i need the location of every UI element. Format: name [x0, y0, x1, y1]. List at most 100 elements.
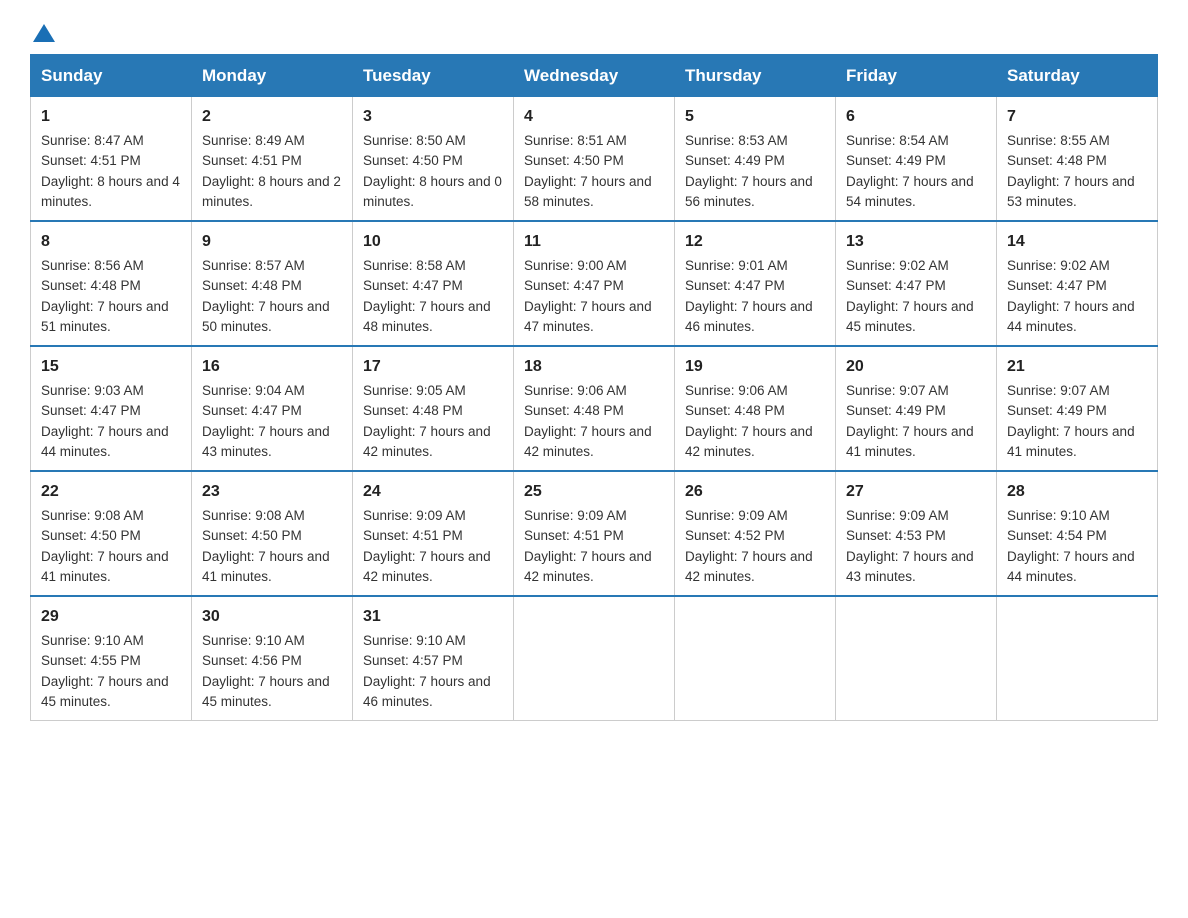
day-number: 12 [685, 230, 825, 254]
calendar-header-friday: Friday [836, 55, 997, 97]
sunset-text: Sunset: 4:47 PM [41, 401, 181, 421]
daylight-text: Daylight: 7 hours and 44 minutes. [1007, 297, 1147, 338]
calendar-day-cell: 9Sunrise: 8:57 AMSunset: 4:48 PMDaylight… [192, 221, 353, 346]
calendar-day-cell [836, 596, 997, 721]
day-number: 30 [202, 605, 342, 629]
sunset-text: Sunset: 4:47 PM [202, 401, 342, 421]
day-number: 20 [846, 355, 986, 379]
daylight-text: Daylight: 7 hours and 45 minutes. [846, 297, 986, 338]
logo-triangle-icon [33, 22, 55, 44]
calendar-day-cell: 10Sunrise: 8:58 AMSunset: 4:47 PMDayligh… [353, 221, 514, 346]
day-number: 22 [41, 480, 181, 504]
sunrise-text: Sunrise: 8:54 AM [846, 131, 986, 151]
sunrise-text: Sunrise: 9:07 AM [1007, 381, 1147, 401]
calendar-day-cell: 1Sunrise: 8:47 AMSunset: 4:51 PMDaylight… [31, 97, 192, 222]
calendar-week-row: 29Sunrise: 9:10 AMSunset: 4:55 PMDayligh… [31, 596, 1158, 721]
daylight-text: Daylight: 7 hours and 41 minutes. [846, 422, 986, 463]
sunset-text: Sunset: 4:48 PM [202, 276, 342, 296]
calendar-day-cell: 25Sunrise: 9:09 AMSunset: 4:51 PMDayligh… [514, 471, 675, 596]
daylight-text: Daylight: 7 hours and 42 minutes. [363, 547, 503, 588]
daylight-text: Daylight: 7 hours and 42 minutes. [524, 422, 664, 463]
sunset-text: Sunset: 4:47 PM [363, 276, 503, 296]
sunset-text: Sunset: 4:51 PM [202, 151, 342, 171]
sunset-text: Sunset: 4:49 PM [846, 401, 986, 421]
calendar-week-row: 1Sunrise: 8:47 AM Sunset: 4:51 PM Daylight… [31, 97, 1158, 222]
sunset-text: Sunset: 4:48 PM [685, 401, 825, 421]
daylight-text: Daylight: 7 hours and 56 minutes. [685, 172, 825, 213]
day-number: 28 [1007, 480, 1147, 504]
day-number: 4 [524, 105, 664, 129]
calendar-header-wednesday: Wednesday [514, 55, 675, 97]
sunset-text: Sunset: 4:57 PM [363, 651, 503, 671]
calendar-header-tuesday: Tuesday [353, 55, 514, 97]
sunset-text: Sunset: 4:53 PM [846, 526, 986, 546]
day-number: 3 [363, 105, 503, 129]
daylight-text: Daylight: 7 hours and 41 minutes. [1007, 422, 1147, 463]
calendar-day-cell: 29Sunrise: 9:10 AMSunset: 4:55 PMDayligh… [31, 596, 192, 721]
daylight-text: Daylight: 7 hours and 48 minutes. [363, 297, 503, 338]
daylight-text: Daylight: 8 hours and 4 minutes. [41, 172, 181, 213]
page-header [30, 20, 1158, 44]
calendar-header-saturday: Saturday [997, 55, 1158, 97]
sunset-text: Sunset: 4:49 PM [685, 151, 825, 171]
calendar-day-cell: 24Sunrise: 9:09 AMSunset: 4:51 PMDayligh… [353, 471, 514, 596]
calendar-day-cell: 22Sunrise: 9:08 AMSunset: 4:50 PMDayligh… [31, 471, 192, 596]
sunrise-text: Sunrise: 8:57 AM [202, 256, 342, 276]
calendar-header-thursday: Thursday [675, 55, 836, 97]
daylight-text: Daylight: 7 hours and 54 minutes. [846, 172, 986, 213]
sunset-text: Sunset: 4:48 PM [524, 401, 664, 421]
sunset-text: Sunset: 4:49 PM [1007, 401, 1147, 421]
sunrise-text: Sunrise: 9:01 AM [685, 256, 825, 276]
sunrise-text: Sunrise: 9:05 AM [363, 381, 503, 401]
day-number: 16 [202, 355, 342, 379]
day-number: 19 [685, 355, 825, 379]
sunrise-text: Sunrise: 9:06 AM [524, 381, 664, 401]
daylight-text: Daylight: 7 hours and 43 minutes. [846, 547, 986, 588]
sunset-text: Sunset: 4:55 PM [41, 651, 181, 671]
daylight-text: Daylight: 7 hours and 51 minutes. [41, 297, 181, 338]
calendar-header-row: SundayMondayTuesdayWednesdayThursdayFrid… [31, 55, 1158, 97]
daylight-text: Daylight: 7 hours and 42 minutes. [685, 547, 825, 588]
calendar-day-cell: 15Sunrise: 9:03 AMSunset: 4:47 PMDayligh… [31, 346, 192, 471]
sunset-text: Sunset: 4:56 PM [202, 651, 342, 671]
sunrise-text: Sunrise: 9:02 AM [1007, 256, 1147, 276]
day-number: 1 [41, 105, 181, 129]
daylight-text: Daylight: 8 hours and 0 minutes. [363, 172, 503, 213]
calendar-week-row: 8Sunrise: 8:56 AMSunset: 4:48 PMDaylight… [31, 221, 1158, 346]
calendar-header-monday: Monday [192, 55, 353, 97]
logo [30, 20, 55, 44]
sunrise-text: Sunrise: 8:58 AM [363, 256, 503, 276]
calendar-day-cell: 6Sunrise: 8:54 AMSunset: 4:49 PMDaylight… [836, 97, 997, 222]
calendar-day-cell: 16Sunrise: 9:04 AMSunset: 4:47 PMDayligh… [192, 346, 353, 471]
sunset-text: Sunset: 4:50 PM [202, 526, 342, 546]
sunrise-text: Sunrise: 8:47 AM [41, 131, 181, 151]
calendar-day-cell: 8Sunrise: 8:56 AMSunset: 4:48 PMDaylight… [31, 221, 192, 346]
calendar-day-cell: 20Sunrise: 9:07 AMSunset: 4:49 PMDayligh… [836, 346, 997, 471]
daylight-text: Daylight: 7 hours and 45 minutes. [202, 672, 342, 713]
sunset-text: Sunset: 4:48 PM [363, 401, 503, 421]
calendar-day-cell: 2Sunrise: 8:49 AMSunset: 4:51 PMDaylight… [192, 97, 353, 222]
daylight-text: Daylight: 7 hours and 41 minutes. [202, 547, 342, 588]
day-number: 29 [41, 605, 181, 629]
day-number: 24 [363, 480, 503, 504]
day-number: 5 [685, 105, 825, 129]
sunrise-text: Sunrise: 9:07 AM [846, 381, 986, 401]
calendar-day-cell: 21Sunrise: 9:07 AMSunset: 4:49 PMDayligh… [997, 346, 1158, 471]
day-number: 2 [202, 105, 342, 129]
sunrise-text: Sunrise: 8:56 AM [41, 256, 181, 276]
calendar-day-cell: 27Sunrise: 9:09 AMSunset: 4:53 PMDayligh… [836, 471, 997, 596]
sunset-text: Sunset: 4:50 PM [363, 151, 503, 171]
calendar-day-cell: 11Sunrise: 9:00 AMSunset: 4:47 PMDayligh… [514, 221, 675, 346]
day-number: 31 [363, 605, 503, 629]
sunset-text: Sunset: 4:48 PM [1007, 151, 1147, 171]
calendar-week-row: 22Sunrise: 9:08 AMSunset: 4:50 PMDayligh… [31, 471, 1158, 596]
sunrise-text: Sunrise: 9:09 AM [363, 506, 503, 526]
sunset-text: Sunset: 4:48 PM [41, 276, 181, 296]
sunset-text: Sunset: 4:51 PM [524, 526, 664, 546]
calendar-day-cell: 18Sunrise: 9:06 AMSunset: 4:48 PMDayligh… [514, 346, 675, 471]
calendar-week-row: 15Sunrise: 9:03 AMSunset: 4:47 PMDayligh… [31, 346, 1158, 471]
daylight-text: Daylight: 7 hours and 41 minutes. [41, 547, 181, 588]
sunset-text: Sunset: 4:47 PM [1007, 276, 1147, 296]
calendar-day-cell: 5Sunrise: 8:53 AMSunset: 4:49 PMDaylight… [675, 97, 836, 222]
sunset-text: Sunset: 4:54 PM [1007, 526, 1147, 546]
